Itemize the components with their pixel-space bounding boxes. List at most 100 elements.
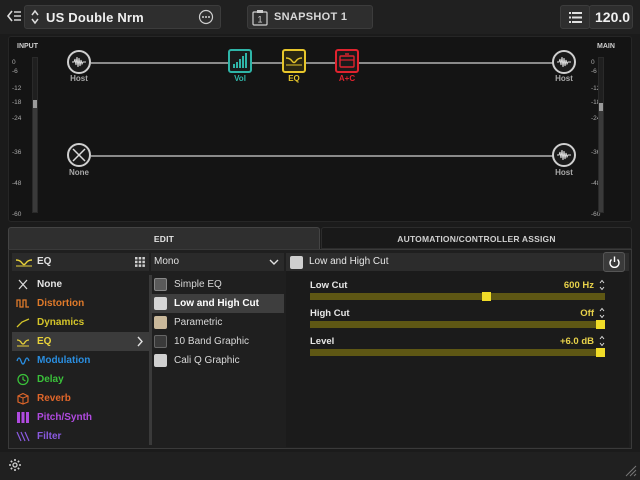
input-meter-tick-label: -36 <box>12 149 22 156</box>
category-label: None <box>37 279 62 290</box>
main-meter-tick-label: 0 <box>591 59 595 66</box>
tab-automation[interactable]: AUTOMATION/CONTROLLER ASSIGN <box>321 227 632 249</box>
tempo-button[interactable]: 120.0 <box>589 5 633 29</box>
input-meter-tick-label: -60 <box>12 211 22 218</box>
waveform-icon <box>557 56 571 68</box>
mono-stereo-dropdown[interactable]: Mono <box>151 253 284 271</box>
model-10-band-graphic[interactable]: 10 Band Graphic <box>151 332 284 351</box>
amp-cab-block-label: A+C <box>338 74 356 83</box>
param-level: Level +6.0 dB <box>310 335 605 364</box>
category-pitch-synth[interactable]: Pitch/Synth <box>12 408 149 427</box>
mono-stereo-label: Mono <box>154 256 180 267</box>
model-simple-eq[interactable]: Simple EQ <box>151 275 284 294</box>
high-cut-slider-handle[interactable] <box>596 320 605 329</box>
editor-tabs: EDIT AUTOMATION/CONTROLLER ASSIGN <box>8 227 632 249</box>
gear-icon[interactable] <box>8 458 22 472</box>
category-label: Delay <box>37 374 64 385</box>
category-dynamics[interactable]: Dynamics <box>12 313 149 332</box>
input-meter-marker <box>33 100 37 108</box>
filter-icon <box>16 431 30 442</box>
model-cali-q-graphic[interactable]: Cali Q Graphic <box>151 351 284 370</box>
input-meter-tick-label: -12 <box>12 85 22 92</box>
path-2-input-node[interactable] <box>67 143 91 167</box>
none-icon <box>18 279 28 290</box>
cali-q-thumbnail-icon <box>154 354 167 367</box>
main-meter-tick-label: -6 <box>591 68 597 75</box>
snapshot-icon: 1 <box>252 10 268 26</box>
delay-icon <box>17 373 29 386</box>
amp-icon <box>339 53 355 68</box>
model-parametric[interactable]: Parametric <box>151 313 284 332</box>
model-label: Parametric <box>174 317 223 328</box>
input-meter-tick-label: 0 <box>12 59 16 66</box>
high-cut-slider[interactable] <box>310 321 605 328</box>
up-down-icon[interactable] <box>30 9 40 25</box>
param-value: +6.0 dB <box>559 336 594 347</box>
low-cut-slider-handle[interactable] <box>482 292 491 301</box>
model-low-high-cut[interactable]: Low and High Cut <box>151 294 284 313</box>
preset-list-button[interactable] <box>560 5 590 29</box>
waveform-icon <box>557 149 571 161</box>
category-none[interactable]: None <box>12 275 149 294</box>
main-level-meter <box>598 57 604 213</box>
param-value: Off <box>580 308 594 319</box>
chevron-right-icon <box>137 336 143 347</box>
category-reverb[interactable]: Reverb <box>12 389 149 408</box>
input-meter-fill <box>33 104 37 212</box>
path-2-wire <box>91 155 553 157</box>
preset-selector[interactable]: US Double Nrm <box>24 5 221 29</box>
main-meter-fill <box>599 107 603 212</box>
level-slider-handle[interactable] <box>596 348 605 357</box>
spin-icon[interactable] <box>599 279 605 291</box>
back-icon[interactable] <box>6 8 22 24</box>
path-1-output-node[interactable] <box>552 50 576 74</box>
reverb-icon <box>17 392 29 405</box>
param-value: 600 Hz <box>563 280 594 291</box>
volume-block-label: Vol <box>234 74 246 83</box>
parametric-thumbnail-icon <box>154 316 167 329</box>
tab-edit[interactable]: EDIT <box>8 227 320 249</box>
category-label: Filter <box>37 431 62 442</box>
resize-grip-icon[interactable] <box>623 463 637 477</box>
level-slider[interactable] <box>310 349 605 356</box>
eq-icon <box>15 259 33 267</box>
chevron-down-icon <box>269 259 279 265</box>
input-meter-tick-label: -48 <box>12 180 22 187</box>
volume-icon <box>233 53 247 68</box>
snapshot-button[interactable]: 1 SNAPSHOT 1 <box>247 5 373 29</box>
low-cut-slider[interactable] <box>310 293 605 300</box>
category-delay[interactable]: Delay <box>12 370 149 389</box>
input-meter-tick-label: -24 <box>12 115 22 122</box>
eq-block[interactable] <box>282 49 306 73</box>
grid-icon[interactable] <box>135 257 145 267</box>
param-name: High Cut <box>310 308 350 319</box>
main-meter-label: MAIN <box>597 43 615 50</box>
main-meter-marker <box>599 103 603 111</box>
path-1-input-label: Host <box>70 74 88 83</box>
eq-icon <box>16 339 30 347</box>
path-2-input-label: None <box>69 168 89 177</box>
category-header-label: EQ <box>37 256 52 267</box>
volume-block[interactable] <box>228 49 252 73</box>
spin-icon[interactable] <box>599 307 605 319</box>
input-meter-label: INPUT <box>17 43 38 50</box>
category-modulation[interactable]: Modulation <box>12 351 149 370</box>
amp-cab-block[interactable] <box>335 49 359 73</box>
signal-chain-panel: INPUT MAIN 0 -6 -12 -18 -24 -36 -48 -60 0 -6 -12-… <box>8 36 632 222</box>
category-filter[interactable]: Filter <box>12 427 149 446</box>
model-label: Cali Q Graphic <box>174 355 240 366</box>
dynamics-icon <box>16 318 30 328</box>
param-name: Level <box>310 336 335 347</box>
category-header[interactable]: EQ <box>12 253 149 271</box>
block-power-button[interactable] <box>603 252 625 272</box>
spin-icon[interactable] <box>599 335 605 347</box>
category-panel: EQ None Distortion Dynamics EQ Modulatio… <box>12 253 149 447</box>
category-eq[interactable]: EQ <box>12 332 149 351</box>
param-low-cut: Low Cut 600 Hz <box>310 279 605 308</box>
path-1-input-node[interactable] <box>67 50 91 74</box>
more-options-icon[interactable] <box>198 9 214 25</box>
category-label: Dynamics <box>37 317 85 328</box>
simple-eq-thumbnail-icon <box>154 278 167 291</box>
path-2-output-node[interactable] <box>552 143 576 167</box>
category-distortion[interactable]: Distortion <box>12 294 149 313</box>
